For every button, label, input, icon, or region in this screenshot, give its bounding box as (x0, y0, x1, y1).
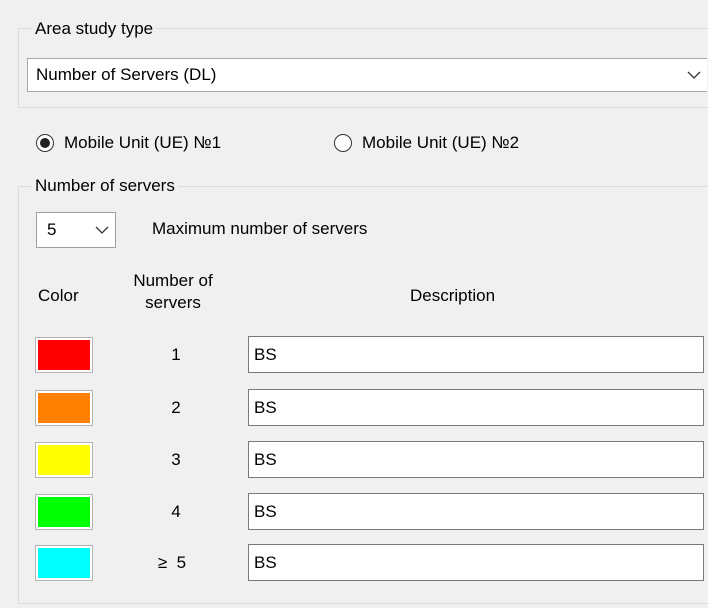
max-servers-select[interactable]: 5 (36, 212, 116, 248)
number-header: Number of servers (118, 270, 228, 314)
chevron-down-icon[interactable] (681, 59, 707, 91)
server-number-1: 1 (171, 345, 181, 364)
servers-group-label: Number of servers (32, 176, 178, 196)
chevron-down-icon[interactable] (89, 213, 115, 247)
max-servers-label: Maximum number of servers (152, 219, 368, 238)
mobile-unit-1-radio[interactable]: Mobile Unit (UE) №1 (36, 133, 221, 153)
color-swatch-4[interactable] (35, 494, 93, 530)
description-field-5[interactable] (248, 544, 704, 581)
description-field-3[interactable] (248, 441, 704, 478)
number-header-line1: Number of (133, 271, 213, 290)
color-swatch-3[interactable] (35, 442, 93, 478)
description-field-1[interactable] (248, 336, 704, 373)
area-study-value: Number of Servers (DL) (36, 65, 217, 84)
description-field-4[interactable] (248, 493, 704, 530)
server-number-4: 4 (171, 502, 181, 521)
area-study-label: Area study type (32, 19, 157, 39)
color-swatch-5[interactable] (35, 545, 93, 581)
color-swatch-2[interactable] (35, 390, 93, 426)
description-field-2[interactable] (248, 389, 704, 426)
server-number-5: ≥ 5 (157, 553, 187, 572)
description-header: Description (410, 286, 496, 305)
color-swatch-1[interactable] (35, 337, 93, 373)
max-servers-value: 5 (47, 220, 57, 239)
mobile-unit-2-radio[interactable]: Mobile Unit (UE) №2 (334, 133, 519, 153)
server-number-3: 3 (171, 450, 181, 469)
number-header-line2: servers (145, 293, 201, 312)
mobile-unit-2-label: Mobile Unit (UE) №2 (362, 133, 520, 152)
area-study-select[interactable]: Number of Servers (DL) (27, 58, 707, 92)
mobile-unit-1-label: Mobile Unit (UE) №1 (64, 133, 222, 152)
color-header: Color (38, 286, 79, 305)
server-number-2: 2 (171, 398, 181, 417)
radio-circle (36, 134, 54, 152)
radio-selected-dot (40, 138, 50, 148)
radio-circle (334, 134, 352, 152)
